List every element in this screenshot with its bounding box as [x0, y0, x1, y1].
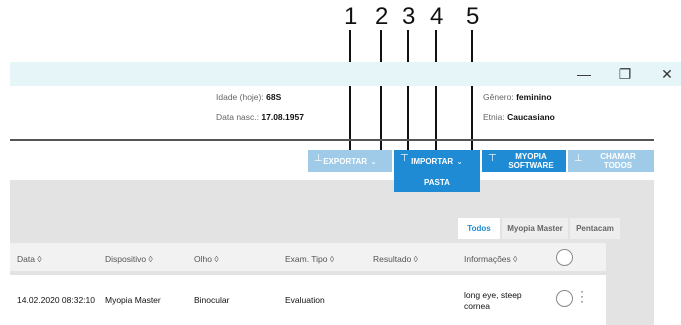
patient-age: Idade (hoje): 68S	[216, 92, 282, 102]
callout-1: 1	[344, 3, 358, 30]
scrollbar[interactable]	[606, 243, 620, 325]
call-all-button[interactable]: ⊥ CHAMAR TODOS	[568, 150, 654, 172]
download-icon: ⊤	[488, 153, 497, 164]
tab-myopia-master[interactable]: Myopia Master	[502, 218, 568, 239]
tab-todos[interactable]: Todos	[458, 218, 500, 239]
callout-1-line	[349, 30, 351, 152]
header-separator	[10, 139, 654, 141]
chevron-down-icon: ⌄	[370, 156, 377, 166]
col-exam-tipo[interactable]: Exam. Tipo ◊	[285, 254, 334, 264]
myopia-software-button[interactable]: ⊤ MYOPIA SOFTWARE	[482, 150, 566, 172]
col-informacoes[interactable]: Informações ◊	[464, 254, 517, 264]
close-button[interactable]: ✕	[657, 64, 677, 84]
row-dispositivo: Myopia Master	[105, 295, 161, 305]
upload-icon: ⊥	[574, 153, 583, 164]
callout-4-line	[435, 30, 437, 152]
patient-gender: Gênero: feminino	[483, 92, 552, 102]
chevron-down-icon: ⌄	[456, 156, 463, 166]
row-select-checkbox[interactable]	[556, 290, 573, 307]
row-data: 14.02.2020 08:32:10	[17, 295, 95, 305]
row-exam-tipo: Evaluation	[285, 295, 325, 305]
callout-4: 4	[430, 3, 444, 30]
row-olho: Binocular	[194, 295, 230, 305]
select-all-checkbox[interactable]	[556, 249, 573, 266]
minimize-button[interactable]: —	[574, 64, 594, 84]
callout-3: 3	[402, 3, 416, 30]
restore-button[interactable]: ❐	[615, 64, 635, 84]
callout-5: 5	[466, 3, 480, 30]
export-button[interactable]: ⊥ EXPORTAR ⌄	[308, 150, 392, 172]
import-button[interactable]: ⊤ IMPORTAR ⌄	[394, 150, 480, 172]
col-olho[interactable]: Olho ◊	[194, 254, 219, 264]
patient-ethnicity: Etnia: Caucasiano	[483, 112, 555, 122]
pasta-menu-item[interactable]: PASTA	[394, 172, 480, 192]
callout-2-line	[380, 30, 382, 152]
patient-dob: Data nasc.: 17.08.1957	[216, 112, 304, 122]
row-informacoes: long eye, steep cornea	[464, 290, 522, 311]
upload-icon: ⊥	[314, 153, 323, 164]
callout-5-line	[471, 30, 473, 156]
more-options-icon[interactable]: · · ·	[580, 285, 584, 307]
download-icon: ⊤	[400, 153, 409, 164]
col-dispositivo[interactable]: Dispositivo ◊	[105, 254, 153, 264]
callout-2: 2	[375, 3, 389, 30]
col-data[interactable]: Data ◊	[17, 254, 42, 264]
tab-pentacam[interactable]: Pentacam	[570, 218, 620, 239]
col-resultado[interactable]: Resultado ◊	[373, 254, 418, 264]
